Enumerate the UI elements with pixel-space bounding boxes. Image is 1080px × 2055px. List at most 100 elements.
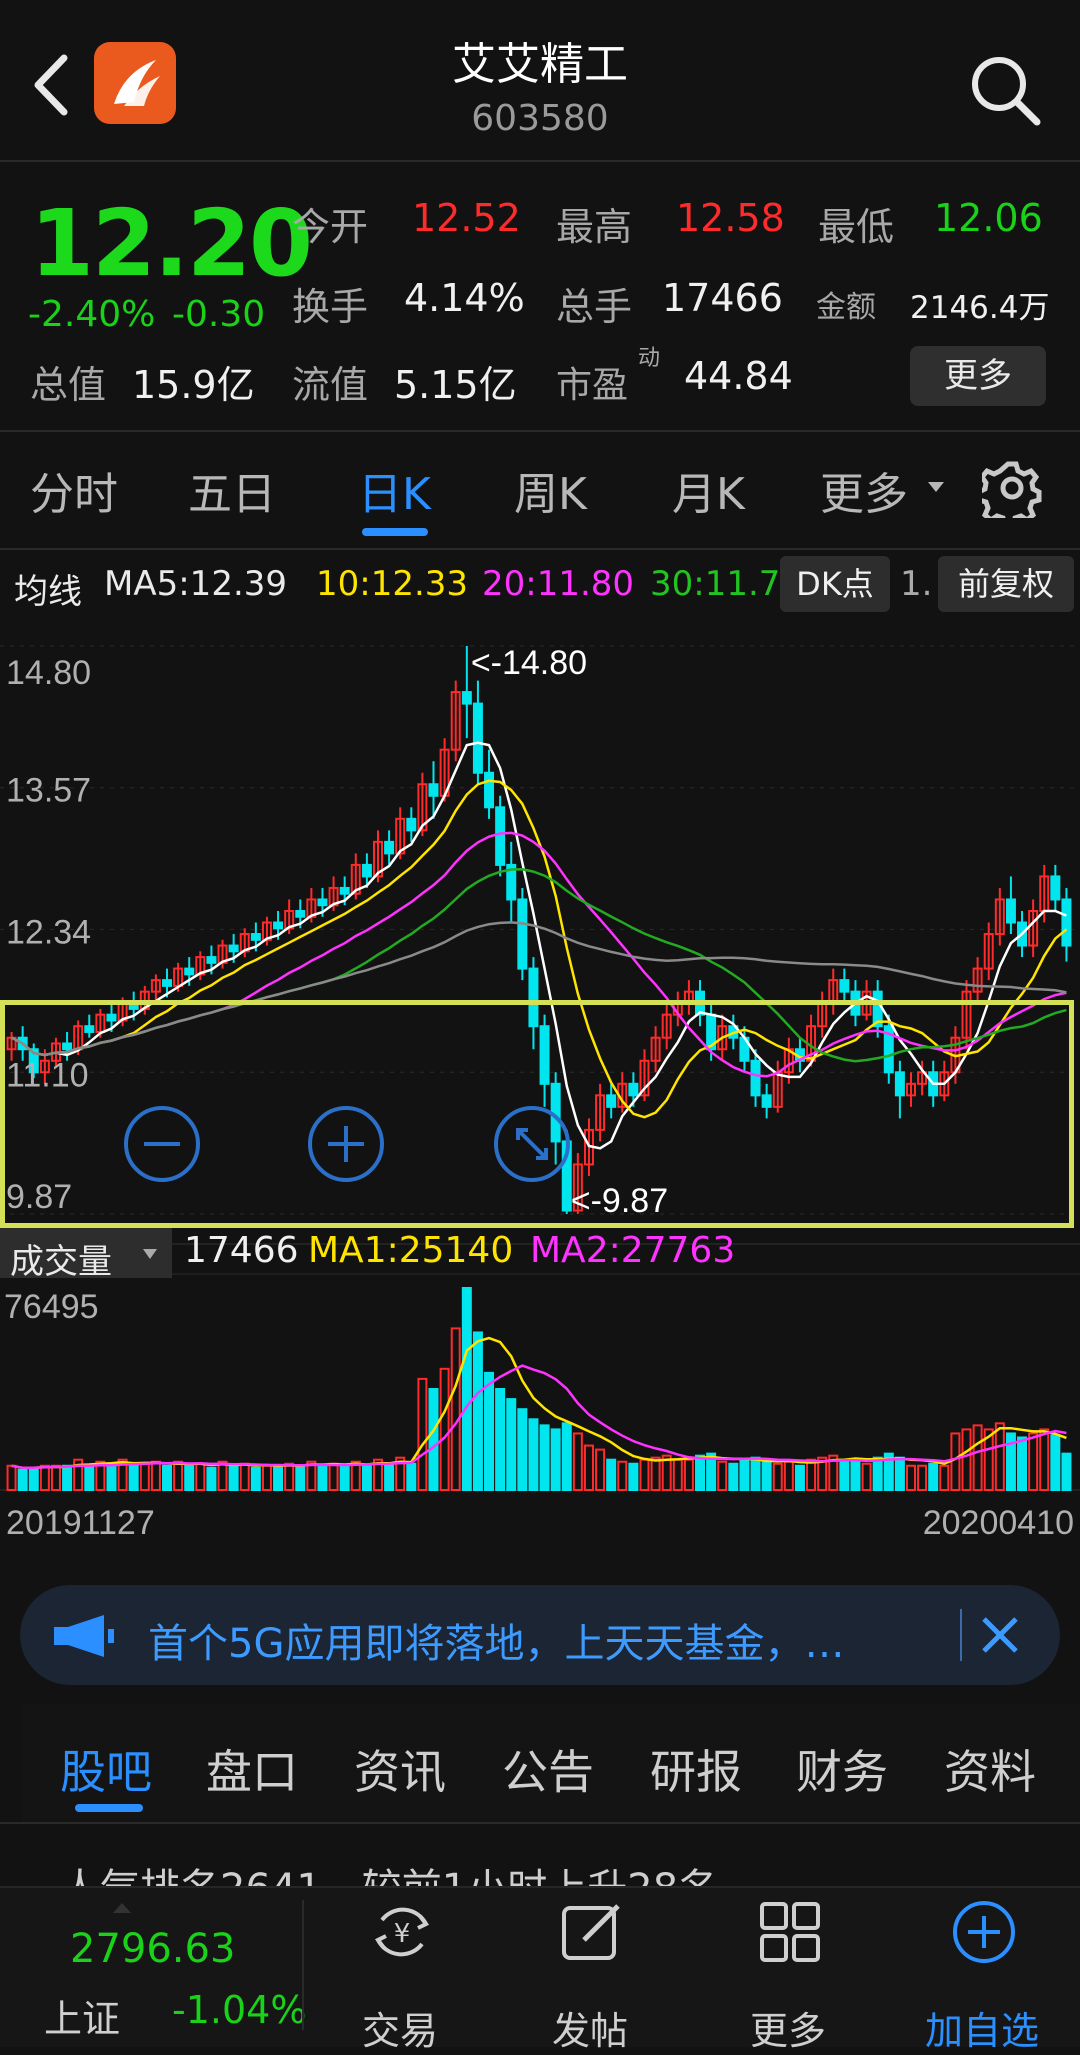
open-label: 今开	[292, 205, 369, 249]
volume-bar	[650, 1456, 661, 1491]
pe-value: 44.84	[684, 354, 793, 398]
nav-add-watchlist-label: 加自选	[924, 2009, 1039, 2053]
x-axis-label: 20191127	[6, 1504, 155, 1542]
active-tab-indicator	[75, 1804, 143, 1812]
tab-monthly-k[interactable]: 月K	[672, 458, 745, 522]
nav-more[interactable]: 更多	[698, 1888, 878, 2053]
tab-daily-k[interactable]: 日K	[358, 458, 431, 522]
volume-bar	[1050, 1434, 1061, 1492]
volume-bar	[450, 1327, 461, 1492]
news-banner[interactable]: 首个5G应用即将落地，上天天基金，…	[20, 1585, 1060, 1685]
tab-research[interactable]: 研报	[650, 1736, 742, 1802]
candle-body	[228, 944, 239, 953]
close-icon[interactable]	[980, 1615, 1020, 1655]
nav-post[interactable]: 发帖	[500, 1888, 680, 2053]
candle-body	[461, 691, 472, 705]
volume-bar	[417, 1377, 428, 1492]
header-bar: 艾艾精工 603580	[0, 0, 1080, 160]
tab-intraday[interactable]: 分时	[30, 458, 118, 522]
volume-bar	[772, 1462, 783, 1491]
add-circle-icon	[953, 1901, 1015, 1963]
tab-news[interactable]: 资讯	[354, 1736, 446, 1802]
volume-bar	[905, 1464, 916, 1492]
ma10-value: 10:12.33	[316, 564, 469, 604]
settings-gear-icon[interactable]	[982, 458, 1042, 518]
volume-bar	[50, 1464, 61, 1492]
turnover-label: 换手	[292, 285, 369, 329]
price-axis-label: 14.80	[6, 654, 91, 692]
volume-ma1: MA1:25140	[308, 1230, 514, 1271]
tab-weekly-k[interactable]: 周K	[514, 458, 587, 522]
index-name: 上证	[44, 1997, 121, 2041]
tab-profile[interactable]: 资料	[944, 1736, 1036, 1802]
pe-label: 市盈	[556, 365, 629, 406]
volume-indicator-label: 成交量	[10, 1242, 112, 1282]
volume-bar	[717, 1460, 728, 1491]
volume-value: 17466	[184, 1230, 299, 1271]
adjust-mode-button[interactable]: 前复权	[938, 556, 1074, 612]
candle-body	[484, 771, 495, 809]
ma30-value: 30:11.7	[650, 564, 781, 604]
volume-bar	[6, 1464, 17, 1492]
divider	[0, 160, 1080, 162]
caret-down-icon	[928, 482, 944, 492]
volume-bar	[950, 1432, 961, 1492]
dk-point-button[interactable]: DK点	[780, 556, 890, 612]
volume-bar	[361, 1464, 372, 1492]
volume-bar	[939, 1464, 950, 1492]
candle-body	[273, 921, 284, 930]
candle-body	[339, 886, 350, 895]
trade-icon: ¥	[374, 1907, 430, 1957]
volume-indicator-selector[interactable]: 成交量	[0, 1228, 172, 1282]
volume-bar	[339, 1464, 350, 1492]
volume-bar	[461, 1287, 472, 1491]
volume-bar	[1028, 1432, 1039, 1492]
candle-body	[206, 956, 217, 964]
volume-bar	[106, 1462, 117, 1491]
tab-announcements[interactable]: 公告	[502, 1736, 594, 1802]
more-quote-button[interactable]: 更多	[910, 346, 1046, 406]
nav-add-watchlist[interactable]: 加自选	[892, 1888, 1072, 2053]
volume-bar	[228, 1464, 239, 1492]
volume-bar	[439, 1367, 450, 1491]
stock-code: 603580	[471, 98, 609, 139]
volume-bar	[728, 1462, 739, 1491]
index-ticker[interactable]: 2796.63 上证 -1.04%	[0, 1888, 306, 2045]
volume-bar	[972, 1424, 983, 1491]
amount-label: 金额	[816, 290, 876, 325]
svg-text:¥: ¥	[394, 1919, 411, 1949]
tab-forum[interactable]: 股吧	[60, 1736, 152, 1802]
candle-body	[1050, 875, 1061, 901]
change-percent: -2.40%	[28, 294, 156, 335]
volume-bar	[672, 1458, 683, 1492]
search-icon[interactable]	[965, 50, 1045, 130]
volume-bar	[62, 1464, 73, 1492]
tab-five-day[interactable]: 五日	[188, 458, 276, 522]
tab-financials[interactable]: 财务	[796, 1736, 888, 1802]
volume-bar	[261, 1464, 272, 1492]
tab-order-book[interactable]: 盘口	[206, 1736, 298, 1802]
active-tab-indicator	[362, 528, 428, 536]
ma20-value: 20:11.80	[482, 564, 635, 604]
volume-bar	[506, 1398, 517, 1491]
candle-body	[295, 909, 306, 918]
float-cap-value: 5.15亿	[394, 363, 517, 407]
volume-bar	[994, 1422, 1005, 1492]
volume-bar	[639, 1458, 650, 1492]
highlight-box	[0, 1000, 1074, 1228]
candle-body	[317, 898, 328, 907]
volume-bar	[850, 1458, 861, 1492]
tab-more[interactable]: 更多	[820, 458, 908, 522]
volume-bar	[583, 1444, 594, 1491]
volume-bar	[384, 1462, 395, 1491]
candle-body	[472, 702, 483, 774]
volume-bar	[184, 1464, 195, 1492]
nav-trade[interactable]: ¥ 交易	[310, 1888, 490, 2053]
volume-bar	[406, 1462, 417, 1491]
candle-body	[384, 840, 395, 855]
high-value: 12.58	[676, 196, 785, 240]
change-amount: -0.30	[172, 294, 266, 335]
volume-axis-label: 76495	[4, 1288, 99, 1326]
volume-bar	[84, 1464, 95, 1492]
volume-bar	[150, 1460, 161, 1491]
